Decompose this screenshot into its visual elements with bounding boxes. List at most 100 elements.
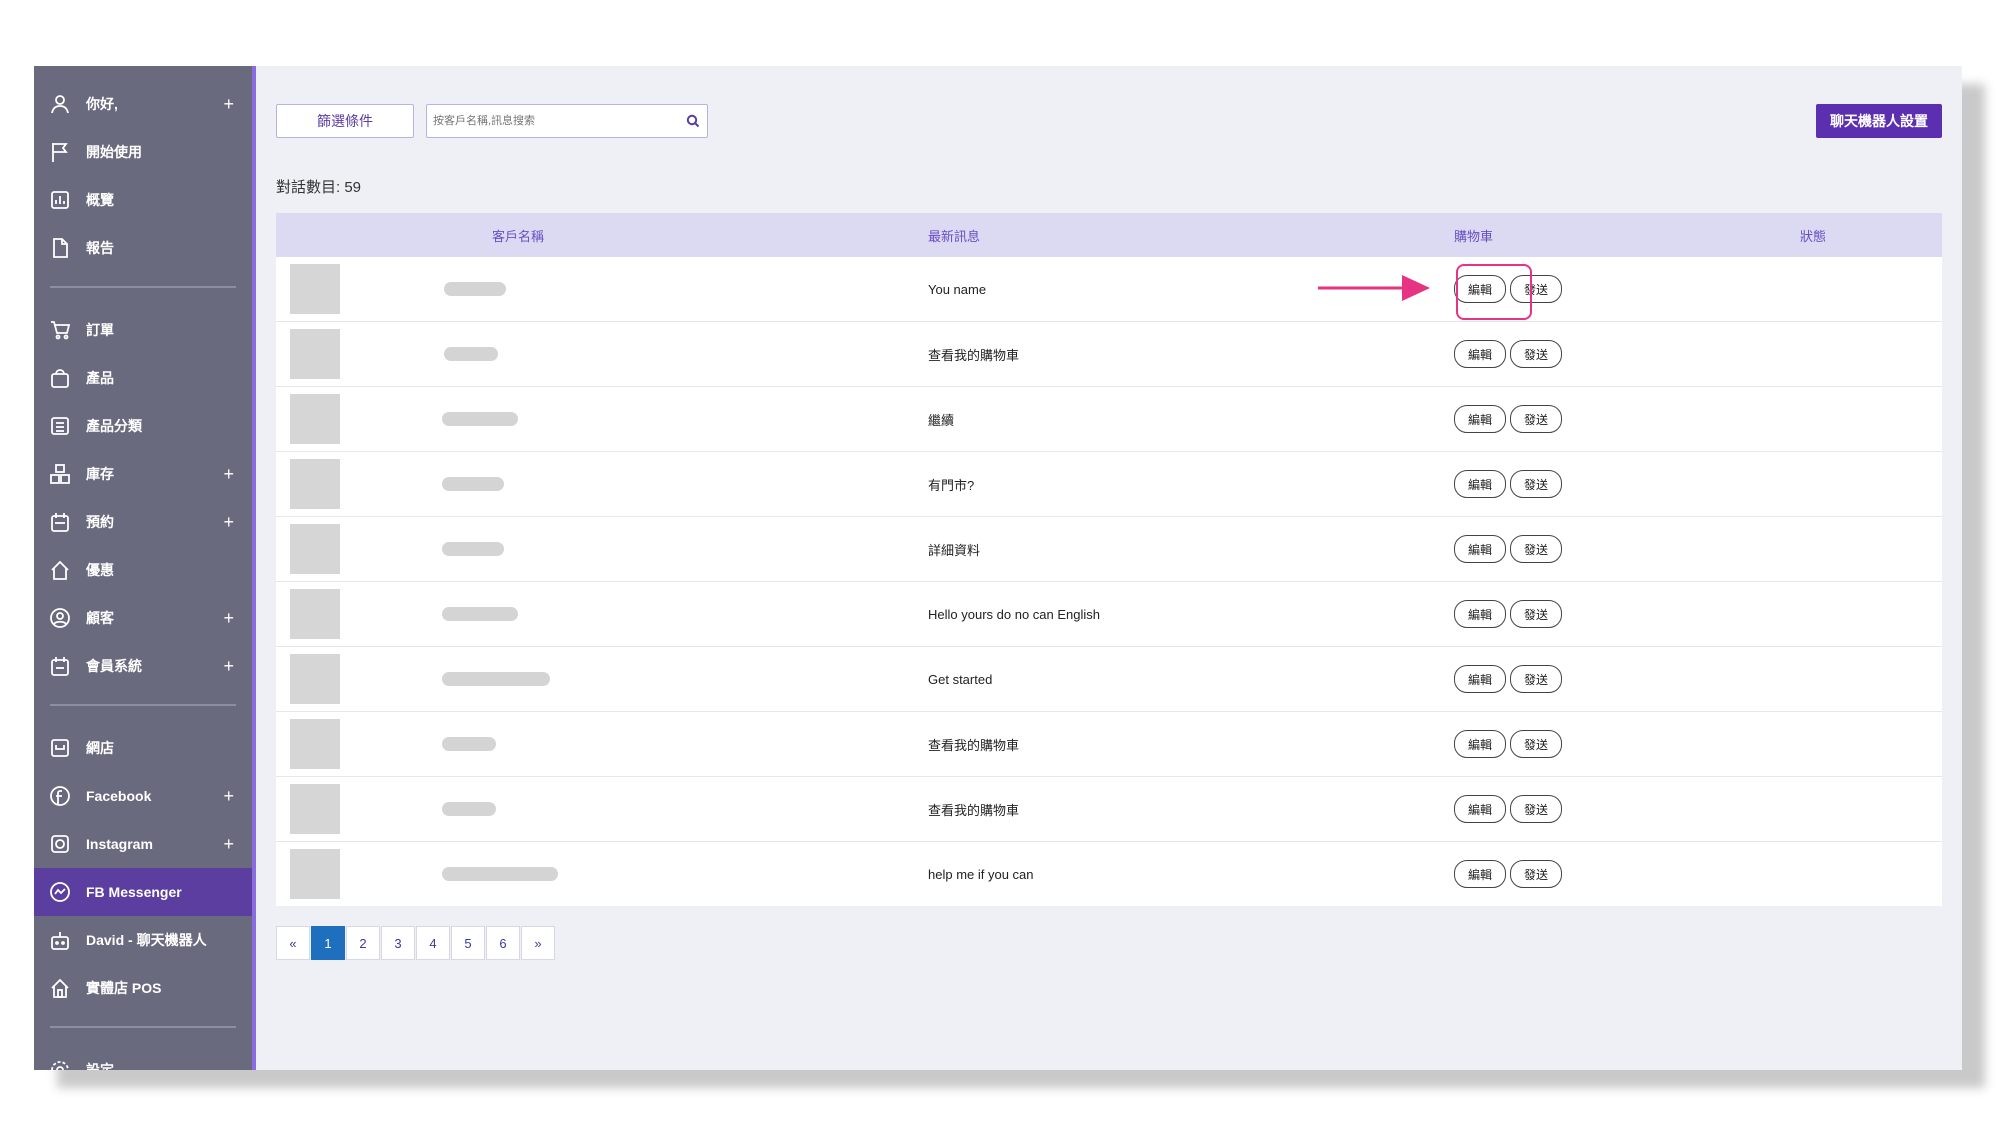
send-cart-button[interactable]: 發送 (1510, 600, 1562, 628)
expand-plus-icon[interactable]: + (223, 786, 234, 807)
send-cart-button[interactable]: 發送 (1510, 340, 1562, 368)
cart-actions: 編輯 發送 (1454, 665, 1800, 693)
table-row[interactable]: 詳細資料 編輯 發送 (276, 517, 1942, 582)
table-row[interactable]: 查看我的購物車 編輯 發送 (276, 777, 1942, 842)
send-cart-button[interactable]: 發送 (1510, 665, 1562, 693)
edit-cart-button[interactable]: 編輯 (1454, 665, 1506, 693)
table-row[interactable]: 查看我的購物車 編輯 發送 (276, 712, 1942, 777)
conversation-count: 對話數目: 59 (276, 179, 362, 196)
pagination-page[interactable]: 3 (381, 926, 415, 960)
edit-cart-button[interactable]: 編輯 (1454, 600, 1506, 628)
sidebar-item[interactable]: Instagram + (34, 820, 252, 868)
sidebar-item[interactable]: 設定 (34, 1046, 252, 1070)
send-cart-button[interactable]: 發送 (1510, 470, 1562, 498)
latest-message: 繼續 (928, 412, 955, 428)
expand-plus-icon[interactable]: + (223, 512, 234, 533)
sidebar-item[interactable]: 報告 (34, 224, 252, 272)
table-row[interactable]: 有門市? 編輯 發送 (276, 452, 1942, 517)
avatar (290, 459, 340, 509)
pagination-next[interactable]: » (521, 926, 555, 960)
customer-name-cell (444, 347, 928, 361)
cart-actions: 編輯 發送 (1454, 730, 1800, 758)
expand-plus-icon[interactable]: + (223, 94, 234, 115)
customer-name-redacted (442, 672, 550, 686)
expand-plus-icon[interactable]: + (223, 656, 234, 677)
table-row[interactable]: Get started 編輯 發送 (276, 647, 1942, 712)
gear-icon (48, 1058, 72, 1070)
cart-actions: 編輯 發送 (1454, 405, 1800, 433)
sidebar-item-label: Instagram (86, 836, 153, 852)
avatar (290, 524, 340, 574)
sidebar-item[interactable]: 產品 (34, 354, 252, 402)
sidebar-item[interactable]: 網店 (34, 724, 252, 772)
sidebar-item-label: 你好, (86, 96, 118, 112)
sidebar-item[interactable]: 顧客 + (34, 594, 252, 642)
avatar (290, 589, 340, 639)
search-input[interactable] (427, 107, 679, 135)
send-cart-button[interactable]: 發送 (1510, 795, 1562, 823)
sidebar-item[interactable]: 實體店 POS (34, 964, 252, 1012)
sidebar-item[interactable]: FB Messenger (34, 868, 252, 916)
inventory-icon (48, 462, 72, 486)
edit-cart-button[interactable]: 編輯 (1454, 535, 1506, 563)
cart-actions: 編輯 發送 (1454, 470, 1800, 498)
sidebar-item-label: 概覽 (86, 192, 114, 208)
sidebar-item[interactable]: 庫存 + (34, 450, 252, 498)
sidebar-item[interactable]: 產品分類 (34, 402, 252, 450)
edit-cart-button[interactable]: 編輯 (1454, 470, 1506, 498)
expand-plus-icon[interactable]: + (223, 834, 234, 855)
filter-button[interactable]: 篩選條件 (276, 104, 414, 138)
sidebar-item-label: 實體店 POS (86, 980, 162, 996)
chatbot-settings-button[interactable]: 聊天機器人設置 (1816, 104, 1942, 138)
sidebar-item[interactable]: 預約 + (34, 498, 252, 546)
sidebar-item[interactable]: 會員系統 + (34, 642, 252, 690)
sidebar-item[interactable]: 你好, + (34, 80, 252, 128)
instagram-icon (48, 832, 72, 856)
list-icon (48, 414, 72, 438)
sidebar-item-label: David - 聊天機器人 (86, 932, 207, 948)
table-row[interactable]: Hello yours do no can English 編輯 發送 (276, 582, 1942, 647)
sidebar-item[interactable]: 優惠 (34, 546, 252, 594)
edit-cart-button[interactable]: 編輯 (1454, 340, 1506, 368)
table-row[interactable]: 繼續 編輯 發送 (276, 387, 1942, 452)
bag-icon (48, 366, 72, 390)
avatar (290, 654, 340, 704)
pagination-page[interactable]: 6 (486, 926, 520, 960)
search-icon[interactable] (679, 114, 707, 128)
pagination-page[interactable]: 4 (416, 926, 450, 960)
expand-plus-icon[interactable]: + (223, 464, 234, 485)
bot-icon (48, 928, 72, 952)
expand-plus-icon[interactable]: + (223, 608, 234, 629)
send-cart-button[interactable]: 發送 (1510, 535, 1562, 563)
table-body: You name 編輯 發送 查看我的購物車 編輯 發送 繼續 編輯 發送 有門市? 編輯 發送 詳細資… (276, 257, 1942, 906)
pagination-page[interactable]: 1 (311, 926, 345, 960)
sidebar-item[interactable]: Facebook + (34, 772, 252, 820)
pagination-page[interactable]: 5 (451, 926, 485, 960)
pos-icon (48, 976, 72, 1000)
sidebar-item-label: 庫存 (86, 466, 114, 482)
sidebar-item-label: 報告 (86, 240, 114, 256)
send-cart-button[interactable]: 發送 (1510, 730, 1562, 758)
pagination-prev[interactable]: « (276, 926, 310, 960)
cart-actions: 編輯 發送 (1454, 860, 1800, 888)
edit-cart-button[interactable]: 編輯 (1454, 860, 1506, 888)
table-row[interactable]: help me if you can 編輯 發送 (276, 842, 1942, 906)
sidebar-item[interactable]: 訂單 (34, 306, 252, 354)
send-cart-button[interactable]: 發送 (1510, 405, 1562, 433)
sidebar-item[interactable]: 開始使用 (34, 128, 252, 176)
edit-cart-button[interactable]: 編輯 (1454, 795, 1506, 823)
edit-cart-button[interactable]: 編輯 (1454, 730, 1506, 758)
conversation-table: 客戶名稱 最新訊息 購物車 狀態 You name 編輯 發送 查看我的購物車 編輯 發送… (276, 213, 1942, 906)
sidebar-item-label: FB Messenger (86, 884, 182, 900)
sidebar-item[interactable]: 概覽 (34, 176, 252, 224)
edit-cart-button[interactable]: 編輯 (1454, 405, 1506, 433)
send-cart-button[interactable]: 發送 (1510, 860, 1562, 888)
table-row[interactable]: You name 編輯 發送 (276, 257, 1942, 322)
customer-name-cell (444, 282, 928, 296)
sidebar-item[interactable]: David - 聊天機器人 (34, 916, 252, 964)
pagination-page[interactable]: 2 (346, 926, 380, 960)
table-row[interactable]: 查看我的購物車 編輯 發送 (276, 322, 1942, 387)
search-box[interactable] (426, 104, 708, 138)
sidebar-item-label: 預約 (86, 514, 114, 530)
member-icon (48, 654, 72, 678)
